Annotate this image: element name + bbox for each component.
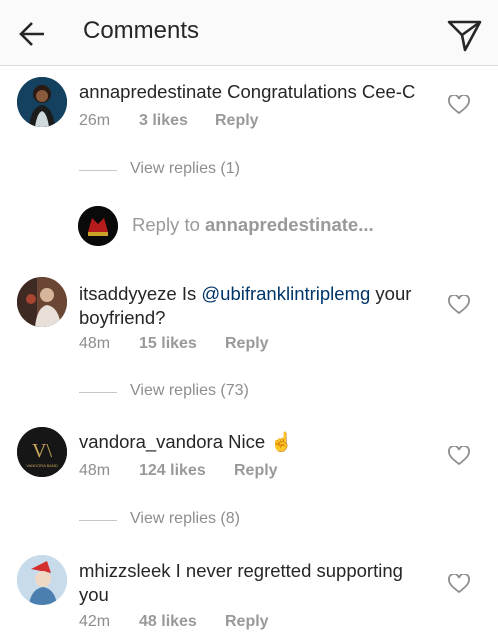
heart-icon[interactable] [448, 95, 470, 115]
view-replies-label: View replies (8) [130, 510, 240, 527]
divider-line [79, 392, 117, 393]
direct-message-send-icon[interactable] [444, 14, 484, 54]
profile-photo-icon [78, 206, 118, 246]
comment-timestamp: 26m [79, 112, 111, 129]
profile-photo-icon [17, 77, 67, 127]
comment-text: mhizzsleek I never regretted supporting … [79, 559, 429, 607]
avatar[interactable] [17, 555, 67, 605]
vandora-logo-caption: VANDORA BAND [26, 463, 58, 468]
comment-text: vandora_vandora Nice ☝ [79, 430, 429, 454]
reply-button[interactable]: Reply [225, 613, 269, 631]
reply-input-target: annapredestinate... [205, 214, 374, 235]
avatar[interactable] [17, 277, 67, 327]
view-replies-label: View replies (73) [130, 382, 249, 399]
comment-likes-count[interactable]: 15 likes [139, 335, 197, 353]
vandora-logo-mark: V\ [32, 440, 52, 462]
comment-timestamp: 48m [79, 462, 111, 479]
comment-username[interactable]: itsaddyyeze [79, 283, 177, 304]
comment-timestamp: 48m [79, 335, 111, 352]
reply-input[interactable]: Reply to annapredestinate... [132, 214, 374, 236]
comment-likes-count[interactable]: 3 likes [139, 112, 188, 130]
view-replies-label: View replies (1) [130, 160, 240, 177]
comment-body-start: Is [181, 283, 202, 304]
divider-line [79, 170, 117, 171]
comment-body: Congratulations Cee-C [227, 81, 416, 102]
comment-username[interactable]: mhizzsleek [79, 560, 171, 581]
avatar[interactable]: V\ VANDORA BAND [17, 427, 67, 477]
comment-username[interactable]: annapredestinate [79, 81, 222, 102]
profile-photo-icon [17, 555, 67, 605]
profile-photo-icon [17, 277, 67, 327]
mention-link[interactable]: @ubifranklintriplemg [201, 283, 370, 304]
comment-likes-count[interactable]: 48 likes [139, 613, 197, 631]
reply-button[interactable]: Reply [234, 462, 278, 480]
comment-username[interactable]: vandora_vandora [79, 431, 223, 452]
comment-likes-count[interactable]: 124 likes [139, 462, 206, 480]
comment-timestamp: 42m [79, 613, 111, 630]
emoji-pointing-up: ☝ [270, 431, 294, 452]
reply-button[interactable]: Reply [215, 112, 259, 130]
reply-input-prefix: Reply to [132, 214, 206, 235]
back-arrow-icon[interactable] [14, 16, 50, 52]
divider-line [79, 520, 117, 521]
heart-icon[interactable] [448, 574, 470, 594]
page-title: Comments [83, 17, 200, 44]
top-bar: Comments [0, 0, 498, 66]
heart-icon[interactable] [448, 446, 470, 466]
current-user-avatar [78, 206, 118, 246]
comment-text: itsaddyyeze Is @ubifranklintriplemg your… [79, 282, 429, 330]
reply-button[interactable]: Reply [225, 335, 269, 353]
avatar[interactable] [17, 77, 67, 127]
vandora-logo-icon: V\ VANDORA BAND [17, 427, 67, 477]
comment-text: annapredestinate Congratulations Cee-C [79, 80, 429, 104]
heart-icon[interactable] [448, 295, 470, 315]
comment-body: Nice [228, 431, 266, 452]
